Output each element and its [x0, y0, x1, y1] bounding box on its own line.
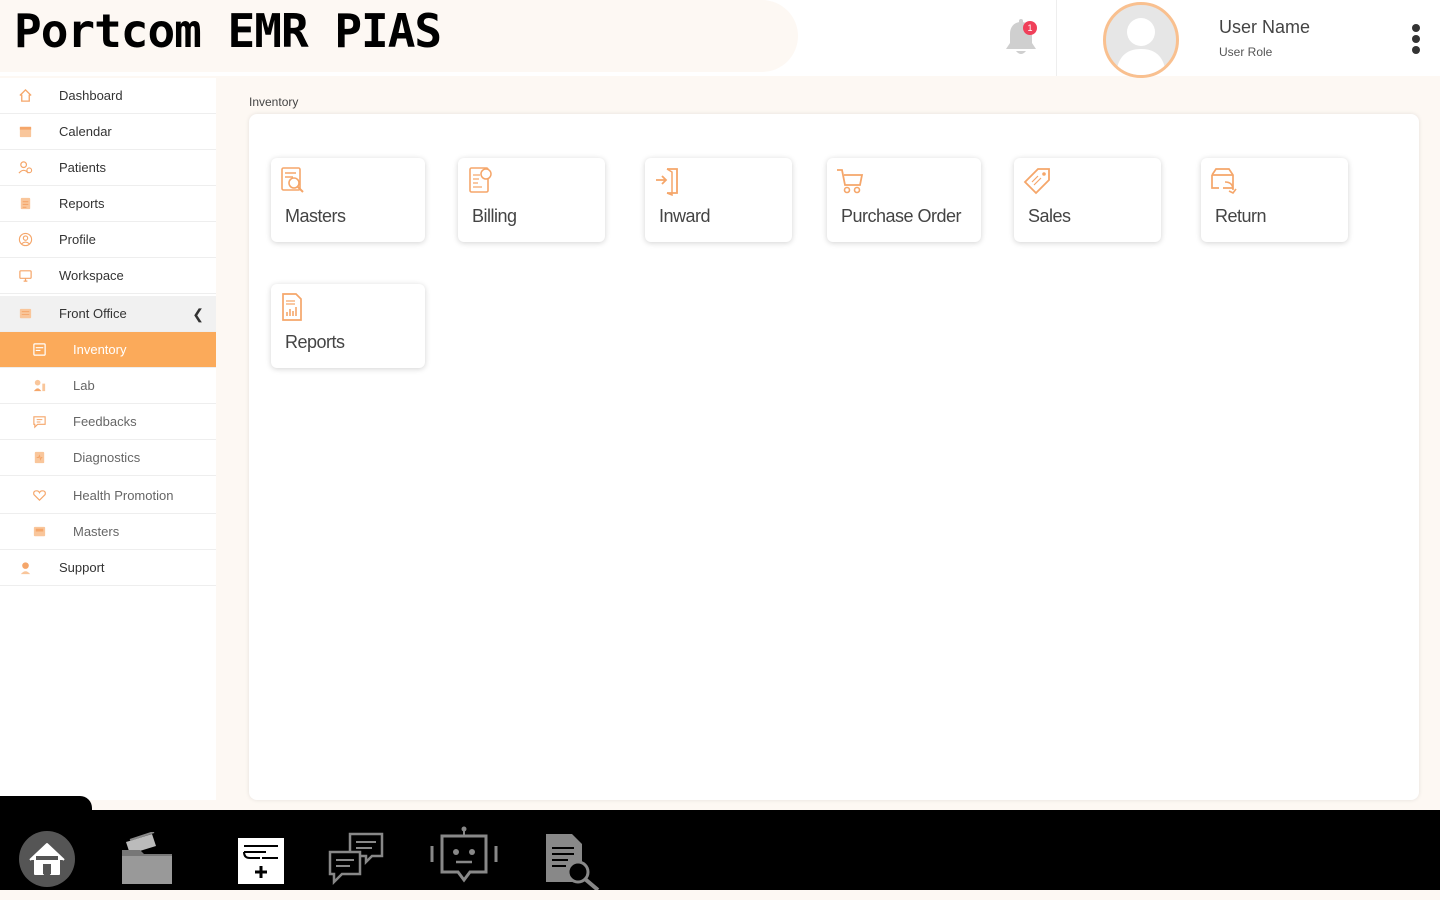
sidebar-item-label: Front Office: [59, 306, 127, 321]
bottom-dock: [0, 810, 1440, 890]
sidebar-item-masters[interactable]: Masters: [0, 514, 216, 550]
sidebar-item-support[interactable]: Support: [0, 550, 216, 586]
sales-card[interactable]: Sales: [1014, 158, 1161, 242]
feedback-icon: [31, 414, 47, 430]
sidebar: Dashboard Calendar Patients Reports Prof…: [0, 78, 216, 800]
dock-folder-icon[interactable]: [118, 832, 176, 886]
sidebar-item-label: Reports: [59, 196, 105, 211]
dock-chat-icon[interactable]: [328, 832, 386, 886]
sidebar-item-calendar[interactable]: Calendar: [0, 114, 216, 150]
card-label: Masters: [285, 206, 346, 226]
support-icon: [17, 560, 33, 576]
sidebar-item-label: Masters: [73, 524, 120, 539]
inward-icon: [656, 168, 678, 196]
sidebar-item-label: Patients: [59, 160, 106, 175]
calendar-icon: [17, 124, 33, 140]
return-icon: [1211, 168, 1237, 195]
home-icon: [17, 88, 33, 104]
masters-icon: [31, 524, 47, 540]
sidebar-item-reports[interactable]: Reports: [0, 186, 216, 222]
user-role: User Role: [1219, 45, 1273, 59]
health-promotion-icon: [31, 488, 47, 504]
sidebar-item-diagnostics[interactable]: Diagnostics: [0, 440, 216, 476]
notification-badge: 1: [1023, 21, 1037, 35]
card-label: Billing: [472, 206, 517, 226]
avatar[interactable]: [1103, 2, 1179, 78]
sidebar-item-label: Diagnostics: [73, 450, 141, 465]
masters-card[interactable]: Masters: [271, 158, 425, 242]
chevron-left-icon[interactable]: ❮: [192, 306, 204, 323]
patients-icon: [17, 160, 33, 176]
dock-medical-record-icon[interactable]: [236, 836, 286, 886]
masters-search-icon: [281, 167, 304, 193]
card-label: Sales: [1028, 206, 1071, 226]
sidebar-item-dashboard[interactable]: Dashboard: [0, 78, 216, 114]
sidebar-item-profile[interactable]: Profile: [0, 222, 216, 258]
front-office-icon: [17, 306, 33, 322]
sidebar-item-lab[interactable]: Lab: [0, 368, 216, 404]
more-options-icon[interactable]: [1408, 24, 1424, 60]
diagnostics-icon: [31, 450, 47, 466]
inventory-panel: Masters Billing Inward Purchase Order Sa…: [249, 114, 1419, 800]
inventory-icon: [31, 342, 47, 358]
dock-home-icon[interactable]: [18, 830, 76, 888]
sidebar-item-label: Calendar: [59, 124, 112, 139]
sidebar-item-feedbacks[interactable]: Feedbacks: [0, 404, 216, 440]
sidebar-item-workspace[interactable]: Workspace: [0, 258, 216, 294]
billing-icon: [469, 167, 492, 193]
lab-icon: [31, 378, 47, 394]
breadcrumb: Inventory: [249, 95, 299, 109]
workspace-icon: [17, 268, 33, 284]
sidebar-item-label: Dashboard: [59, 88, 123, 103]
sidebar-item-label: Health Promotion: [73, 488, 174, 503]
user-name: User Name: [1219, 17, 1311, 37]
report-document-icon: [282, 293, 302, 321]
app-header: Portcom EMR PIAS 1 User Name User Role: [0, 0, 1440, 78]
card-label: Return: [1215, 206, 1267, 226]
sale-tag-icon: [1023, 168, 1050, 195]
user-silhouette-icon: [1116, 18, 1166, 75]
profile-icon: [17, 232, 33, 248]
header-divider: [1056, 0, 1057, 76]
sidebar-item-label: Lab: [73, 378, 95, 393]
sidebar-item-label: Inventory: [73, 342, 127, 357]
sidebar-item-health-promotion[interactable]: Health Promotion: [0, 478, 216, 514]
app-title: Portcom EMR PIAS: [14, 4, 442, 58]
sidebar-item-inventory[interactable]: Inventory: [0, 332, 216, 368]
sidebar-item-label: Workspace: [59, 268, 124, 283]
card-label: Purchase Order: [841, 206, 962, 226]
billing-card[interactable]: Billing: [458, 158, 605, 242]
return-card[interactable]: Return: [1201, 158, 1348, 242]
card-label: Inward: [659, 206, 711, 226]
reports-icon: [17, 196, 33, 212]
sidebar-item-label: Profile: [59, 232, 96, 247]
sidebar-item-label: Support: [59, 560, 105, 575]
title-bar: Portcom EMR PIAS: [0, 0, 798, 72]
purchase-order-card[interactable]: Purchase Order: [827, 158, 981, 242]
card-label: Reports: [285, 332, 345, 352]
dock-document-search-icon[interactable]: [542, 830, 608, 890]
sidebar-item-label: Feedbacks: [73, 414, 137, 429]
sidebar-item-front-office[interactable]: Front Office ❮: [0, 296, 216, 332]
bottom-strip: [0, 890, 1440, 900]
cart-icon: [837, 169, 864, 194]
sidebar-item-patients[interactable]: Patients: [0, 150, 216, 186]
dock-chatbot-icon[interactable]: [428, 826, 500, 888]
reports-card[interactable]: Reports: [271, 284, 425, 368]
inward-card[interactable]: Inward: [645, 158, 792, 242]
